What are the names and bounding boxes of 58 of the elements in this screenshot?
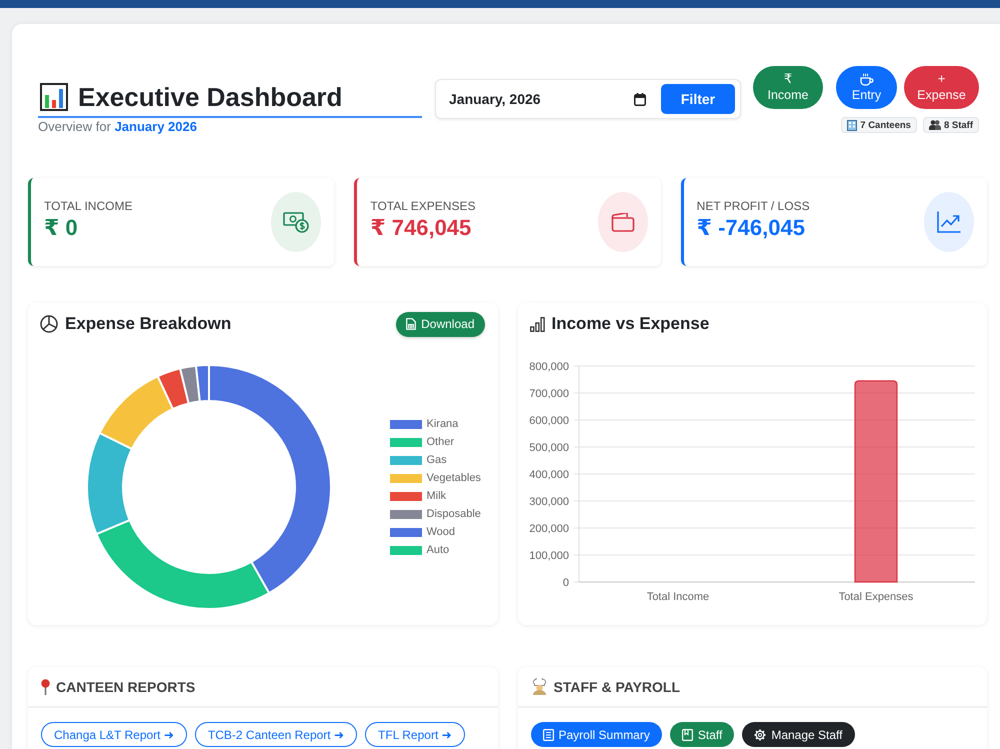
stat-label: TOTAL EXPENSES — [370, 199, 476, 213]
legend-label: Milk — [426, 490, 446, 502]
legend-label: Kirana — [426, 418, 458, 430]
file-icon — [406, 318, 416, 330]
axis-category-label: Total Income — [646, 590, 709, 603]
axis-category-label: Total Expenses — [838, 590, 913, 603]
calendar-icon[interactable] — [634, 92, 646, 106]
bar-chart-icon — [40, 83, 68, 111]
report-button[interactable]: TFL Report ➜ — [365, 722, 465, 747]
stat-value: ₹ -746,045 — [696, 215, 806, 241]
stat-label: TOTAL INCOME — [44, 199, 132, 213]
legend-label: Other — [426, 436, 454, 448]
axis-tick-label: 600,000 — [528, 414, 568, 427]
expense-button[interactable]: + Expense — [904, 66, 979, 109]
manage-staff-button[interactable]: Manage Staff — [742, 722, 854, 747]
axis-tick-label: 700,000 — [528, 388, 568, 400]
chart-title: Expense Breakdown — [65, 314, 232, 334]
month-field[interactable]: January, 2026 — [449, 84, 661, 114]
download-button[interactable]: Download — [396, 312, 484, 336]
journal-icon — [682, 728, 693, 740]
legend-label: Disposable — [426, 508, 481, 520]
cup-icon — [860, 72, 874, 86]
payroll-summary-button[interactable]: Payroll Summary — [530, 722, 662, 747]
section-title: CANTEEN REPORTS — [56, 678, 196, 694]
legend-label: Vegetables — [426, 472, 481, 484]
axis-tick-label: 200,000 — [528, 522, 568, 535]
bar-chart-icon — [530, 316, 544, 332]
axis-tick-label: 400,000 — [528, 468, 568, 481]
badge-label: 8 Staff — [944, 120, 973, 130]
document-icon — [542, 728, 554, 740]
stat-value: ₹ 746,045 — [370, 215, 472, 241]
report-button[interactable]: TCB-2 Canteen Report ➜ — [194, 722, 358, 747]
page-subtitle: Overview for January 2026 — [38, 119, 198, 134]
page-title: Executive Dashboard — [78, 82, 342, 112]
gear-icon — [754, 728, 766, 740]
report-button[interactable]: Changa L&T Report ➜ — [41, 722, 187, 747]
stat-value: ₹ 0 — [44, 215, 79, 241]
entry-button[interactable]: Entry — [836, 66, 897, 109]
stat-label: NET PROFIT / LOSS — [696, 199, 810, 213]
filter-button[interactable]: Filter — [661, 84, 735, 114]
pie-chart-icon — [40, 315, 58, 333]
staff-button[interactable]: Staff — [670, 722, 734, 747]
income-button[interactable]: ₹ Income — [753, 66, 823, 109]
axis-tick-label: 500,000 — [528, 442, 568, 454]
chef-icon — [530, 678, 548, 695]
legend-label: Auto — [426, 544, 450, 556]
legend-label: Wood — [426, 526, 456, 538]
axis-tick-label: 100,000 — [528, 550, 568, 562]
chart-title: Income vs Expense — [552, 314, 710, 334]
axis-tick-label: 800,000 — [528, 360, 568, 373]
building-icon — [847, 120, 858, 130]
axis-tick-label: 300,000 — [528, 496, 568, 508]
section-title: STAFF & PAYROLL — [554, 678, 680, 694]
pin-icon — [41, 678, 50, 694]
legend-label: Gas — [426, 454, 447, 466]
axis-tick-label: 0 — [562, 576, 568, 589]
badge-label: 7 Canteens — [860, 120, 911, 130]
people-icon — [928, 120, 941, 130]
